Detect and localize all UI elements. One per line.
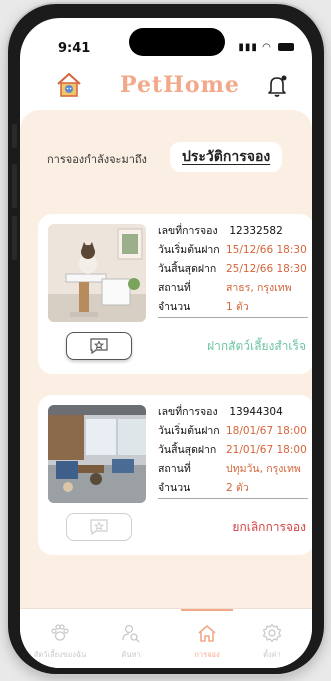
review-button[interactable] [66, 332, 132, 360]
count-label: จำนวน [158, 482, 191, 494]
booking-no-label: เลขที่การจอง [158, 225, 218, 237]
nav-label: ค้นหา [121, 650, 141, 659]
status-bar: 9:41 ▮▮▮ ◠ [20, 18, 312, 58]
nav-label: การจอง [194, 650, 220, 659]
paw-icon [51, 624, 69, 641]
main-content: การจองกำลังจะมาถึง ประวัติการจอง เลขที่ก… [20, 110, 312, 628]
pet-hotel-photo [48, 224, 146, 322]
start-date-label: วันเริ่มต้นฝาก [158, 425, 220, 437]
signal-icon: ▮▮▮ [238, 42, 258, 53]
wifi-icon: ◠ [262, 42, 272, 53]
review-star-icon [90, 519, 108, 535]
nav-search[interactable]: ค้นหา [101, 609, 161, 668]
tab-history[interactable]: ประวัติการจอง [170, 142, 283, 172]
end-date-label: วันสิ้นสุดฝาก [158, 263, 217, 275]
location-label: สถานที่ [158, 282, 191, 294]
app-bar: PetHome [20, 66, 312, 110]
divider [158, 498, 308, 499]
nav-bookings[interactable]: การจอง [177, 609, 237, 668]
pet-count: 1 ตัว [226, 301, 249, 313]
battery-icon [278, 43, 294, 51]
nav-my-pets[interactable]: สัตว์เลี้ยงของฉัน [30, 609, 90, 668]
bottom-nav: สัตว์เลี้ยงของฉัน ค้นหา การจอง ตั้งค่า [20, 608, 312, 668]
booking-no: 13944304 [229, 406, 283, 418]
home-icon [198, 625, 216, 642]
booking-status: ยกเลิกการจอง [232, 520, 306, 534]
dynamic-island [129, 28, 225, 56]
start-date-label: วันเริ่มต้นฝาก [158, 244, 220, 256]
side-button [12, 124, 17, 148]
house-logo-icon[interactable] [56, 72, 82, 98]
end-date-label: วันสิ้นสุดฝาก [158, 444, 217, 456]
review-button-disabled [66, 513, 132, 541]
booking-info: เลขที่การจอง 12332582 วันเริ่มต้นฝาก 15/1… [158, 222, 312, 317]
pet-count: 2 ตัว [226, 482, 249, 494]
notification-bell-icon[interactable] [266, 74, 288, 98]
end-date: 25/12/66 18:30 [226, 263, 307, 275]
pet-hotel-photo [48, 405, 146, 503]
status-icons: ▮▮▮ ◠ [238, 42, 294, 53]
screen: 9:41 ▮▮▮ ◠ PetHome การจองกำลังจะมาถึง ปร… [20, 18, 312, 668]
booking-tabs: การจองกำลังจะมาถึง ประวัติการจอง [20, 140, 312, 174]
booking-status: ฝากสัตว์เลี้ยงสำเร็จ [207, 339, 306, 353]
booking-card[interactable]: เลขที่การจอง 13944304 วันเริ่มต้นฝาก 18/0… [38, 395, 312, 555]
location: สาธร, กรุงเทพ [226, 282, 292, 294]
gear-icon [262, 623, 282, 643]
review-star-icon [90, 338, 108, 354]
start-date: 15/12/66 18:30 [226, 244, 307, 256]
booking-no-label: เลขที่การจอง [158, 406, 218, 418]
side-button [12, 164, 17, 208]
search-person-icon [122, 624, 140, 643]
count-label: จำนวน [158, 301, 191, 313]
booking-info: เลขที่การจอง 13944304 วันเริ่มต้นฝาก 18/0… [158, 403, 312, 498]
nav-settings[interactable]: ตั้งค่า [242, 609, 302, 668]
booking-no: 12332582 [229, 225, 283, 237]
divider [158, 317, 308, 318]
booking-card[interactable]: เลขที่การจอง 12332582 วันเริ่มต้นฝาก 15/1… [38, 214, 312, 374]
side-button [12, 216, 17, 260]
status-time: 9:41 [58, 41, 91, 56]
nav-label: สัตว์เลี้ยงของฉัน [33, 650, 87, 659]
end-date: 21/01/67 18:00 [226, 444, 307, 456]
tab-upcoming[interactable]: การจองกำลังจะมาถึง [47, 150, 147, 168]
active-indicator [181, 609, 233, 611]
location: ปทุมวัน, กรุงเทพ [226, 463, 301, 475]
brand-title: PetHome [120, 72, 240, 98]
location-label: สถานที่ [158, 463, 191, 475]
nav-label: ตั้งค่า [263, 650, 281, 659]
start-date: 18/01/67 18:00 [226, 425, 307, 437]
